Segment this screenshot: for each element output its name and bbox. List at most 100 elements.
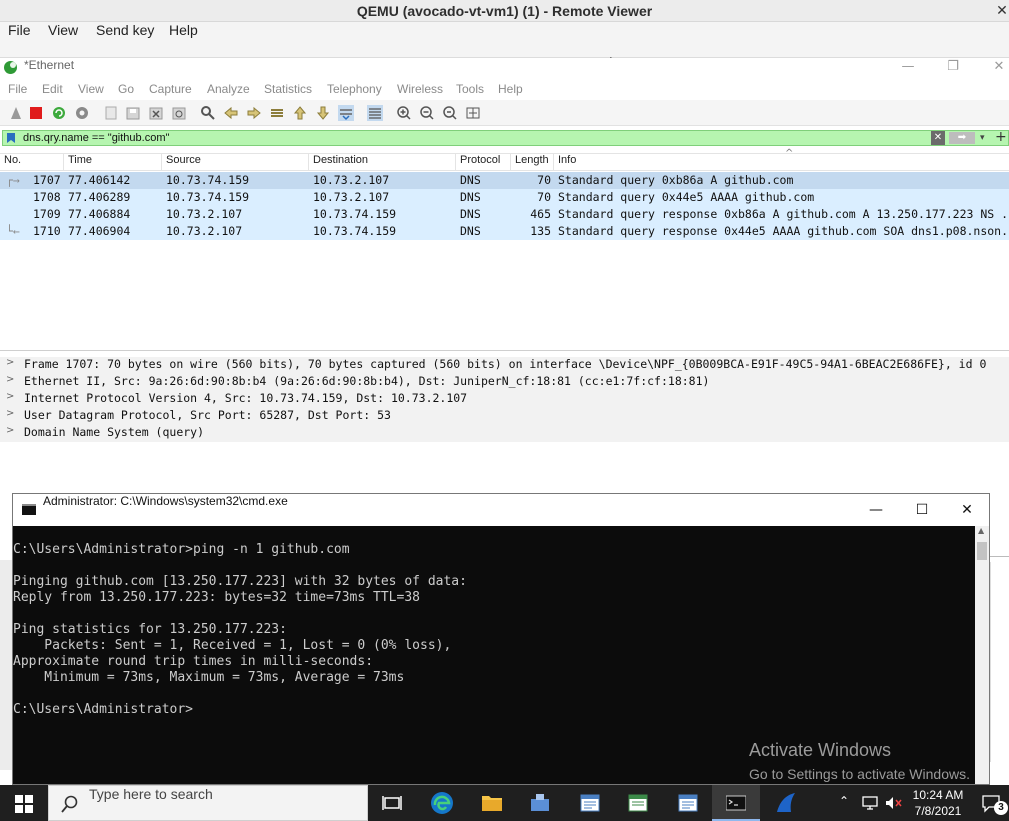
detail-row-dns[interactable]: > Domain Name System (query): [0, 425, 1009, 442]
packet-row[interactable]: └← 1710 77.406904 10.73.2.107 10.73.74.1…: [0, 223, 1009, 240]
column-source[interactable]: Source: [162, 154, 309, 171]
apply-filter-icon[interactable]: ➡: [949, 132, 975, 144]
ws-menu-statistics[interactable]: Statistics: [264, 82, 312, 96]
colorize-icon[interactable]: [367, 105, 383, 121]
cmd-minimize-button[interactable]: —: [853, 494, 899, 526]
zoom-in-icon[interactable]: [396, 105, 412, 121]
detail-row-udp[interactable]: > User Datagram Protocol, Src Port: 6528…: [0, 408, 1009, 425]
add-filter-button-icon[interactable]: +: [995, 129, 1007, 145]
go-back-icon[interactable]: [223, 105, 239, 121]
menu-send-key[interactable]: Send key: [96, 22, 154, 38]
go-forward-icon[interactable]: [246, 105, 262, 121]
task-view-button[interactable]: [368, 785, 416, 821]
ws-menu-tools[interactable]: Tools: [456, 82, 484, 96]
response-arrow-icon: └←: [6, 224, 20, 238]
ws-menu-telephony[interactable]: Telephony: [327, 82, 382, 96]
network-icon[interactable]: [862, 796, 878, 810]
volume-muted-icon[interactable]: [885, 796, 903, 810]
ws-menu-wireless[interactable]: Wireless: [397, 82, 443, 96]
packet-row[interactable]: ┌→ 1707 77.406142 10.73.74.159 10.73.2.1…: [0, 172, 1009, 189]
expand-chevron-icon[interactable]: >: [6, 425, 14, 436]
wireshark-restore-button[interactable]: ❐: [938, 58, 968, 76]
menu-view[interactable]: View: [48, 22, 78, 38]
taskbar-clock-time[interactable]: 10:24 AM: [906, 788, 970, 802]
capture-options-icon[interactable]: [74, 105, 90, 121]
ws-menu-go[interactable]: Go: [118, 82, 134, 96]
find-packet-icon[interactable]: [200, 105, 216, 121]
expand-chevron-icon[interactable]: >: [6, 357, 14, 368]
resize-columns-icon[interactable]: [465, 105, 481, 121]
column-protocol[interactable]: Protocol: [456, 154, 511, 171]
packet-no: 1709: [33, 207, 61, 221]
save-file-icon[interactable]: [125, 105, 141, 121]
reload-file-icon[interactable]: [171, 105, 187, 121]
go-to-packet-icon[interactable]: [269, 105, 285, 121]
column-info[interactable]: Info: [554, 154, 1009, 171]
app-window-icon: [678, 794, 698, 812]
cmd-maximize-button[interactable]: ☐: [899, 494, 945, 526]
console-line: Packets: Sent = 1, Received = 1, Lost = …: [13, 638, 452, 653]
taskbar-app-cmd[interactable]: [712, 785, 760, 821]
packet-time: 77.406884: [68, 207, 131, 221]
cmd-console[interactable]: C:\Users\Administrator>ping -n 1 github.…: [13, 526, 973, 784]
bookmark-icon[interactable]: [6, 132, 16, 144]
scrollbar-thumb[interactable]: [977, 542, 987, 560]
background-window-edge: [0, 560, 12, 770]
taskbar-app-wireshark[interactable]: [762, 785, 810, 821]
wireshark-close-button[interactable]: ✕: [984, 58, 1009, 76]
first-packet-icon[interactable]: [292, 105, 308, 121]
ws-menu-analyze[interactable]: Analyze: [207, 82, 250, 96]
packet-row[interactable]: 1709 77.406884 10.73.2.107 10.73.74.159 …: [0, 206, 1009, 223]
open-file-icon[interactable]: [103, 105, 119, 121]
column-destination[interactable]: Destination: [309, 154, 456, 171]
ws-menu-view[interactable]: View: [78, 82, 104, 96]
menu-help[interactable]: Help: [169, 22, 198, 38]
detail-row-ipv4[interactable]: > Internet Protocol Version 4, Src: 10.7…: [0, 391, 1009, 408]
expand-chevron-icon[interactable]: >: [6, 408, 14, 419]
last-packet-icon[interactable]: [315, 105, 331, 121]
menu-file[interactable]: File: [8, 22, 31, 38]
display-filter-input[interactable]: [23, 131, 923, 145]
background-window-edge: [990, 556, 1009, 557]
taskbar-clock-date[interactable]: 7/8/2021: [906, 804, 970, 818]
column-no[interactable]: No.: [0, 154, 64, 171]
ws-menu-help[interactable]: Help: [498, 82, 523, 96]
packet-no: 1708: [33, 190, 61, 204]
cmd-close-button[interactable]: ✕: [944, 494, 990, 526]
ws-menu-capture[interactable]: Capture: [149, 82, 192, 96]
column-time[interactable]: Time: [64, 154, 162, 171]
taskbar-app-window-3[interactable]: [664, 785, 712, 821]
auto-scroll-icon[interactable]: [338, 105, 354, 121]
taskbar-app-file-explorer[interactable]: [468, 785, 516, 821]
zoom-out-icon[interactable]: [419, 105, 435, 121]
ws-menu-file[interactable]: File: [8, 82, 27, 96]
filter-history-dropdown-icon[interactable]: ▾: [980, 131, 985, 145]
show-hidden-icons-chevron-icon[interactable]: ⌃: [839, 794, 849, 808]
cmd-titlebar[interactable]: Administrator: C:\Windows\system32\cmd.e…: [13, 494, 989, 526]
scroll-up-icon[interactable]: ▲: [978, 526, 984, 535]
expand-chevron-icon[interactable]: >: [6, 391, 14, 402]
windows-start-icon[interactable]: [15, 795, 33, 813]
taskbar-app-edge[interactable]: [418, 785, 466, 821]
stop-capture-icon[interactable]: [28, 105, 44, 121]
remote-viewer-close-button[interactable]: ✕: [995, 0, 1009, 22]
detail-row-ethernet[interactable]: > Ethernet II, Src: 9a:26:6d:90:8b:b4 (9…: [0, 374, 1009, 391]
clear-filter-icon[interactable]: ✕: [931, 131, 945, 145]
pane-divider[interactable]: [0, 350, 1009, 351]
column-length[interactable]: Length: [511, 154, 554, 171]
wireshark-minimize-button[interactable]: —: [893, 58, 923, 76]
start-capture-icon[interactable]: [8, 105, 24, 121]
detail-row-frame[interactable]: > Frame 1707: 70 bytes on wire (560 bits…: [0, 357, 1009, 374]
taskbar-search-box[interactable]: Type here to search: [48, 785, 368, 821]
taskbar-app-server-manager[interactable]: [516, 785, 564, 821]
restart-capture-icon[interactable]: [51, 105, 67, 121]
ws-menu-edit[interactable]: Edit: [42, 82, 63, 96]
close-file-icon[interactable]: [148, 105, 164, 121]
expand-chevron-icon[interactable]: >: [6, 374, 14, 385]
taskbar: Type here to search ⌃ 10:24 AM 7/8/2021 …: [0, 785, 1009, 821]
cmd-scrollbar[interactable]: ▲: [975, 526, 989, 784]
packet-row[interactable]: 1708 77.406289 10.73.74.159 10.73.2.107 …: [0, 189, 1009, 206]
taskbar-app-window-1[interactable]: [566, 785, 614, 821]
normal-size-icon[interactable]: [442, 105, 458, 121]
taskbar-app-window-2[interactable]: [614, 785, 662, 821]
